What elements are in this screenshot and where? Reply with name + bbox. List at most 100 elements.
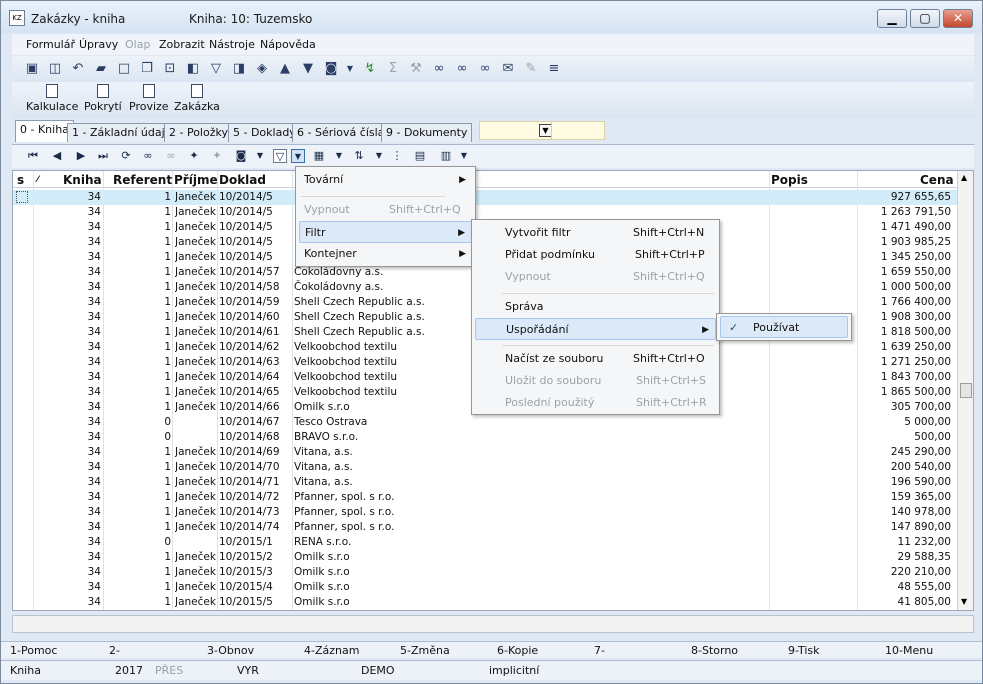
table-row[interactable]: 34 1 Janeček 10/2014/73 Pfanner, spol. s r.o… — [13, 505, 957, 520]
table-row[interactable]: 34 1 Janeček 10/2014/70 Vitana, a.s. 200 540,… — [13, 460, 957, 475]
list-menu-icon[interactable]: ≡ — [546, 61, 562, 77]
arrow-down-icon[interactable]: ▼ — [300, 61, 316, 77]
search-next-icon[interactable]: ∞ — [164, 149, 178, 163]
table-row[interactable]: 34 1 Janeček 10/2014/74 Pfanner, spol. s r.o… — [13, 520, 957, 535]
tab-polozky[interactable]: 2 - Položky — [164, 123, 233, 142]
mail-icon[interactable]: ✉ — [500, 61, 516, 77]
scroll-thumb[interactable] — [960, 383, 972, 398]
save-as-icon[interactable]: ◫ — [47, 61, 63, 77]
menu-nastroje[interactable]: Nástroje — [209, 38, 255, 51]
fkey-2[interactable]: 2- — [109, 644, 120, 657]
menu-olap[interactable]: Olap — [125, 38, 150, 51]
new-document-icon[interactable]: □ — [116, 61, 132, 77]
save-icon[interactable]: ▣ — [24, 61, 40, 77]
next-record-icon[interactable]: ▶ — [74, 149, 88, 163]
close-button[interactable]: ✕ — [943, 9, 973, 28]
menu-item-usporadani[interactable]: Uspořádání ▶ — [475, 318, 716, 340]
horizontal-scrollbar[interactable] — [12, 615, 974, 633]
col-cena-header[interactable]: Cena — [920, 173, 954, 187]
menu-item-posledni-pouzity[interactable]: Poslední použitý Shift+Ctrl+R — [475, 392, 716, 414]
notes-icon[interactable]: ▥ — [439, 149, 453, 163]
col-kniha-header[interactable]: Kniha — [63, 173, 102, 187]
sum-icon[interactable]: Σ — [385, 61, 401, 77]
filter-icon[interactable]: ▽ — [208, 61, 224, 77]
last-record-icon[interactable]: ⏭ — [96, 149, 110, 163]
fkey-5[interactable]: 5-Změna — [400, 644, 450, 657]
col-doklad-header[interactable]: Doklad — [219, 173, 266, 187]
table-row[interactable]: 34 1 Janeček 10/2015/2 Omilk s.r.o 29 588,35 — [13, 550, 957, 565]
lock-icon[interactable]: ⊡ — [162, 61, 178, 77]
table-row[interactable]: 34 1 Janeček 10/2015/5 Omilk s.r.o 41 805,00 — [13, 595, 957, 610]
camera-dropdown-icon[interactable]: ▼ — [342, 61, 358, 77]
fkey-10[interactable]: 10-Menu — [885, 644, 933, 657]
undo-icon[interactable]: ↶ — [70, 61, 86, 77]
filter-dropdown-icon[interactable]: ▼ — [291, 149, 305, 163]
tab-seriova-cisla[interactable]: 6 - Sériová čísla — [292, 123, 390, 142]
menu-item-ulozit-do-souboru[interactable]: Uložit do souboru Shift+Ctrl+S — [475, 370, 716, 392]
remove-bookmark-icon[interactable]: ✦ — [210, 149, 224, 163]
table-row[interactable]: 34 1 Janeček 10/2014/5 1 263 791,50 — [13, 205, 957, 220]
camera-dropdown-icon[interactable]: ▼ — [253, 149, 267, 163]
fkey-3[interactable]: 3-Obnov — [207, 644, 254, 657]
scroll-down-icon[interactable]: ▼ — [961, 597, 967, 606]
table-row[interactable]: 34 1 Janeček 10/2014/71 Vitana, a.s. 196 590,… — [13, 475, 957, 490]
find-replace-icon[interactable]: ∞ — [477, 61, 493, 77]
table-row[interactable]: 34 1 Janeček 10/2014/72 Pfanner, spol. s r.o… — [13, 490, 957, 505]
menu-napoveda[interactable]: Nápověda — [260, 38, 316, 51]
menu-item-pridat-podminku[interactable]: Přidat podmínku Shift+Ctrl+P — [475, 244, 716, 266]
menu-item-kontejner[interactable]: Kontejner ▶ — [299, 243, 472, 265]
menu-upravy[interactable]: Úpravy — [79, 38, 118, 51]
table-row[interactable]: 34 1 Janeček 10/2015/3 Omilk s.r.o 220 210,00 — [13, 565, 957, 580]
menu-item-vytvorit-filtr[interactable]: Vytvořit filtr Shift+Ctrl+N — [475, 222, 716, 244]
maximize-button[interactable]: ▢ — [910, 9, 940, 28]
refresh-icon[interactable]: ⟳ — [119, 149, 133, 163]
menu-formular[interactable]: Formulář — [26, 38, 75, 51]
col-popis-header[interactable]: Popis — [771, 173, 808, 187]
minimize-button[interactable]: ▁ — [877, 9, 907, 28]
sort-icon[interactable]: ⇅ — [352, 149, 366, 163]
add-bookmark-icon[interactable]: ✦ — [187, 149, 201, 163]
tab-zakladni-udaje[interactable]: 1 - Základní údaje — [67, 123, 177, 142]
app-icon[interactable]: KZ — [9, 10, 25, 26]
fkey-4[interactable]: 4-Záznam — [304, 644, 359, 657]
menu-item-tovarni[interactable]: Tovární ▶ — [299, 169, 472, 191]
menu-item-sprava[interactable]: Správa — [475, 296, 716, 318]
table-row[interactable]: 34 1 Janeček 10/2014/69 Vitana, a.s. 245 290,… — [13, 445, 957, 460]
fkey-9[interactable]: 9-Tisk — [788, 644, 820, 657]
columns-icon[interactable]: ▦ — [312, 149, 326, 163]
menu-item-nacist-ze-souboru[interactable]: Načíst ze souboru Shift+Ctrl+O — [475, 348, 716, 370]
import-icon[interactable]: ↯ — [362, 61, 378, 77]
fkey-1[interactable]: 1-Pomoc — [10, 644, 57, 657]
scroll-up-icon[interactable]: ▲ — [961, 173, 967, 182]
tree-icon[interactable]: ⋮ — [390, 149, 404, 163]
table-row[interactable]: 34 0 10/2015/1 RENA s.r.o. 11 232,00 — [13, 535, 957, 550]
copy-icon[interactable]: ❐ — [139, 61, 155, 77]
binoculars-icon[interactable]: ∞ — [431, 61, 447, 77]
columns-dropdown-icon[interactable]: ▼ — [332, 149, 346, 163]
table-row[interactable]: 34 0 10/2014/68 BRAVO s.r.o. 500,00 — [13, 430, 957, 445]
secondary-field[interactable] — [551, 121, 605, 140]
book-icon[interactable]: ◧ — [185, 61, 201, 77]
zakazka-button[interactable]: Zakázka — [174, 84, 220, 113]
table-row[interactable]: 34 1 Janeček 10/2015/4 Omilk s.r.o 48 555,00 — [13, 580, 957, 595]
menu-item-filtr[interactable]: Filtr ▶ — [299, 221, 472, 243]
export-icon[interactable]: ▤ — [413, 149, 427, 163]
provize-button[interactable]: Provize — [129, 84, 169, 113]
sort-dropdown-icon[interactable]: ▼ — [372, 149, 386, 163]
menu-item-vypnout-filtr[interactable]: Vypnout Shift+Ctrl+Q — [475, 266, 716, 288]
tools-icon[interactable]: ⚒ — [408, 61, 424, 77]
menu-zobrazit[interactable]: Zobrazit — [159, 38, 205, 51]
camera-icon[interactable]: ◙ — [234, 149, 248, 163]
find-next-icon[interactable]: ∞ — [454, 61, 470, 77]
fkey-7[interactable]: 7- — [594, 644, 605, 657]
col-prijmeni-header[interactable]: Příjmení — [174, 173, 218, 187]
notes-dropdown-icon[interactable]: ▼ — [457, 149, 471, 163]
first-record-icon[interactable]: ⏮ — [26, 149, 40, 163]
fkey-6[interactable]: 6-Kopie — [497, 644, 538, 657]
vertical-scrollbar[interactable]: ▲ ▼ — [957, 171, 973, 610]
tab-kniha[interactable]: 0 - Kniha — [15, 120, 74, 142]
fkey-8[interactable]: 8-Storno — [691, 644, 738, 657]
tab-doklady[interactable]: 5 - Doklady — [228, 123, 301, 142]
col-s-header[interactable]: s — [17, 173, 24, 187]
col-sort-header[interactable]: ⁄ — [37, 175, 39, 185]
